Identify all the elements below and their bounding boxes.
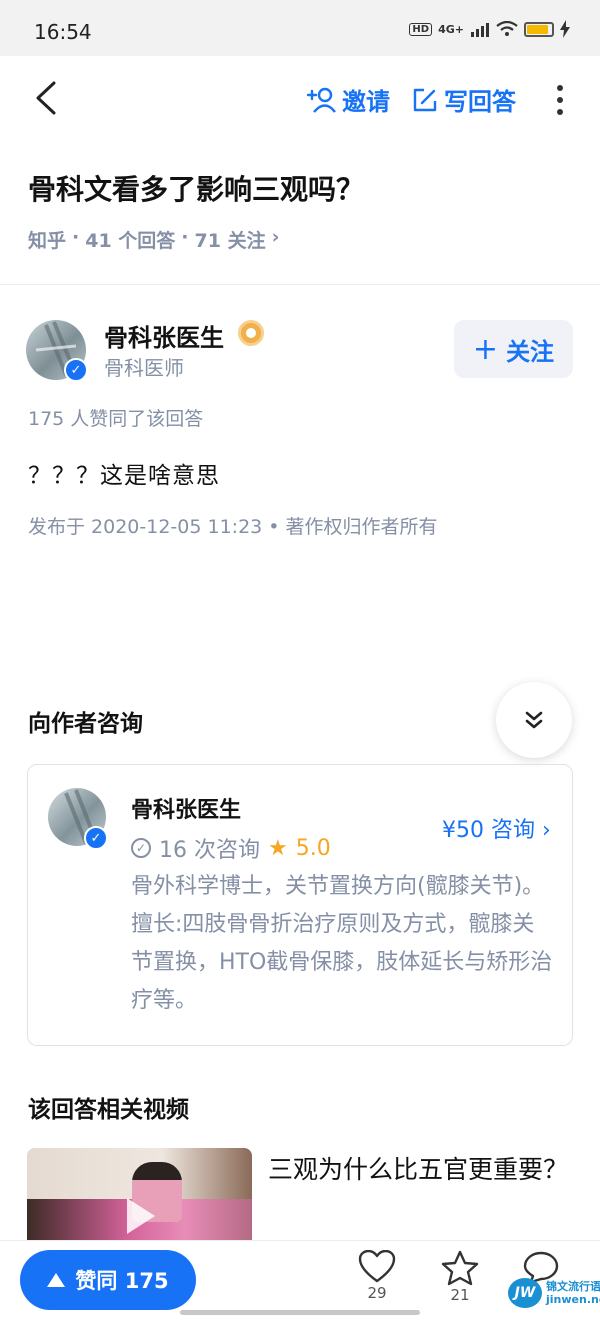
watermark-line1: 锦文流行语 [546, 1280, 600, 1293]
consult-heading: 向作者咨询 [28, 711, 143, 737]
collapse-button[interactable] [496, 682, 572, 758]
battery-icon [524, 21, 554, 37]
likes-count[interactable]: 175 人赞同了该回答 [28, 404, 203, 431]
follow-label: 关注 [506, 337, 555, 366]
write-answer-label: 写回答 [444, 88, 516, 116]
play-icon [127, 1198, 155, 1234]
rating-value: 5.0 [295, 835, 331, 861]
like-count: 29 [367, 1284, 387, 1302]
chevron-right-icon: › [271, 226, 280, 248]
add-user-icon [306, 87, 336, 113]
related-videos-heading: 该回答相关视频 [28, 1097, 189, 1123]
follower-count: 71 关注 [194, 230, 266, 252]
hd-icon: HD [409, 22, 433, 36]
edit-icon [413, 88, 437, 111]
consult-price-button[interactable]: ¥50 咨询 › [442, 812, 551, 844]
video-title[interactable]: 三观为什么比五官更重要？ [268, 1150, 568, 1190]
doctor-stats: ✓ 16 次咨询 ★ 5.0 [131, 832, 331, 864]
verified-icon: ✓ [84, 826, 108, 850]
medal-icon [238, 320, 264, 346]
status-icons: HD 4G+ [409, 20, 570, 38]
video-thumbnail[interactable] [27, 1148, 252, 1240]
like-button[interactable]: 29 [358, 1250, 396, 1302]
question-title[interactable]: 骨科文看多了影响三观吗？ [28, 168, 364, 208]
answer-count: 41 个回答 [85, 230, 176, 252]
author-name[interactable]: 骨科张医生 [104, 318, 224, 353]
check-circle-icon: ✓ [131, 838, 151, 858]
wifi-icon [496, 21, 518, 36]
favorite-count: 21 [450, 1286, 470, 1304]
watermark-logo: JW [508, 1278, 542, 1308]
star-outline-icon [441, 1250, 479, 1286]
watermark: JW 锦文流行语 jinwen.net [508, 1278, 600, 1308]
write-answer-button[interactable]: 写回答 [412, 82, 516, 117]
question-meta[interactable]: 知乎 · 41 个回答 · 71 关注 › [28, 226, 279, 253]
watermark-line2: jinwen.net [546, 1293, 600, 1306]
publish-info: 发布于 2020-12-05 11:23 • 著作权归作者所有 [28, 516, 438, 538]
back-button[interactable] [24, 76, 68, 120]
status-time: 16:54 [34, 20, 92, 44]
plus-icon: + [472, 331, 499, 367]
home-indicator[interactable] [180, 1310, 420, 1315]
author-title: 骨科医师 [104, 356, 184, 380]
favorite-button[interactable]: 21 [441, 1250, 479, 1304]
more-options-button[interactable] [550, 80, 570, 120]
doctor-name: 骨科张医生 [131, 798, 242, 823]
back-arrow-icon [36, 81, 56, 115]
answer-content: ？？？这是啥意思 [28, 463, 220, 489]
verified-icon: ✓ [64, 358, 88, 382]
heart-icon [358, 1250, 396, 1283]
star-icon: ★ [268, 835, 288, 861]
double-chevron-down-icon [525, 711, 543, 729]
network-label: 4G+ [438, 22, 464, 36]
agree-button[interactable]: 赞同 175 [20, 1250, 196, 1310]
charging-icon [560, 20, 570, 38]
divider [0, 284, 600, 285]
invite-button[interactable]: 邀请 [306, 82, 390, 117]
more-vertical-icon [557, 85, 563, 91]
consult-count: 16 次咨询 [159, 838, 260, 863]
doctor-description: 骨外科学博士，关节置换方向(髋膝关节)。擅长:四肢骨骨折治疗原则及方式，髋膝关节… [131, 874, 553, 1013]
invite-label: 邀请 [342, 88, 390, 116]
agree-label: 赞同 175 [75, 1269, 169, 1293]
signal-icon [471, 23, 489, 37]
question-source: 知乎 [28, 230, 67, 252]
follow-button[interactable]: + 关注 [454, 320, 573, 378]
upvote-icon [47, 1273, 66, 1287]
